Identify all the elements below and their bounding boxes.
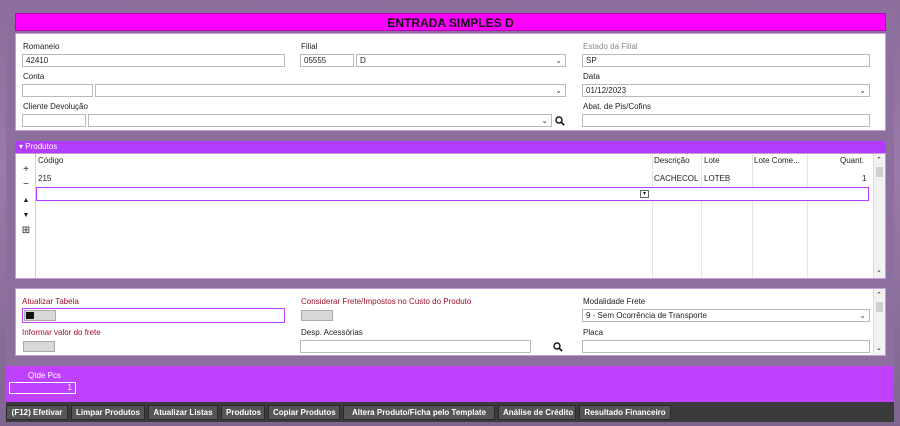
remove-row-button[interactable]: − xyxy=(20,179,32,191)
atualizar-tabela-field xyxy=(22,308,285,323)
atualizar-tabela-label: Atualizar Tabela xyxy=(22,297,79,306)
altera-produto-template-button[interactable]: Altera Produto/Ficha pelo Template xyxy=(343,405,495,420)
caret-down-icon: ▾ xyxy=(19,142,24,151)
summary-band: Qtde Pcs 1 xyxy=(6,366,894,402)
informar-frete-label: Informar valor do frete xyxy=(22,328,101,337)
conta-label: Conta xyxy=(23,72,45,81)
cliente-devolucao-label: Cliente Devolução xyxy=(23,102,88,111)
analise-credito-button[interactable]: Análise de Crédito xyxy=(498,405,576,420)
header-panel: Romaneio 42410 Filial 05555 D ⌄ Estado d… xyxy=(15,33,886,131)
efetivar-button[interactable]: (F12) Efetivar xyxy=(6,405,68,420)
produtos-section-header[interactable]: ▾ Produtos xyxy=(15,141,886,153)
column-divider xyxy=(752,154,753,278)
chevron-down-icon[interactable]: ⌄ xyxy=(555,55,562,66)
resultado-financeiro-button[interactable]: Resultado Financeiro xyxy=(579,405,671,420)
scroll-down-icon[interactable]: ⌄ xyxy=(876,344,882,352)
search-icon[interactable] xyxy=(555,116,565,126)
filial-name: D xyxy=(360,56,366,65)
estado-filial-input[interactable]: SP xyxy=(582,54,870,67)
data-select[interactable]: 01/12/2023 ⌄ xyxy=(582,84,870,97)
column-header-codigo[interactable]: Código xyxy=(38,156,63,165)
considerar-frete-label: Considerar Frete/Impostos no Custo do Pr… xyxy=(301,297,472,306)
estado-filial-label: Estado da Filial xyxy=(583,42,638,51)
column-header-lote[interactable]: Lote xyxy=(704,156,720,165)
add-row-button[interactable]: + xyxy=(20,164,32,176)
desp-acessorias-input[interactable] xyxy=(300,340,531,353)
atualizar-listas-button[interactable]: Atualizar Listas xyxy=(148,405,218,420)
page-title: ENTRADA SIMPLES D xyxy=(15,13,886,31)
column-divider xyxy=(807,154,808,278)
dropdown-arrow-icon[interactable]: ▾ xyxy=(640,190,649,198)
qtde-pcs-label: Qtde Pcs xyxy=(28,371,61,380)
chevron-down-icon[interactable]: ⌄ xyxy=(859,310,866,321)
options-panel: Atualizar Tabela Informar valor do frete… xyxy=(15,288,886,356)
romaneio-label: Romaneio xyxy=(23,42,60,51)
move-up-button[interactable]: ▲ xyxy=(20,195,32,207)
cell-descricao: CACHECOL xyxy=(654,174,699,183)
informar-frete-toggle[interactable] xyxy=(23,341,55,352)
action-toolbar: (F12) Efetivar Limpar Produtos Atualizar… xyxy=(6,402,894,422)
abat-pis-cofins-label: Abat. de Pis/Cofins xyxy=(583,102,652,111)
scroll-thumb[interactable] xyxy=(876,167,883,177)
desp-acessorias-label: Desp. Acessórias xyxy=(301,328,363,337)
considerar-frete-toggle[interactable] xyxy=(301,310,333,321)
filial-label: Filial xyxy=(301,42,318,51)
options-scrollbar[interactable]: ⌃ ⌄ xyxy=(873,289,885,355)
column-divider xyxy=(701,154,702,278)
placa-label: Placa xyxy=(583,328,604,337)
placa-input[interactable] xyxy=(582,340,870,353)
qtde-pcs-value: 1 xyxy=(9,382,76,394)
scroll-up-icon[interactable]: ⌃ xyxy=(876,156,882,164)
data-value: 01/12/2023 xyxy=(586,86,627,95)
filial-code-input[interactable]: 05555 xyxy=(300,54,354,67)
cell-codigo: 215 xyxy=(38,174,52,183)
column-header-quant[interactable]: Quant. xyxy=(840,156,864,165)
conta-select[interactable]: ⌄ xyxy=(95,84,566,97)
modalidade-frete-value: 9 - Sem Ocorrência de Transporte xyxy=(586,311,707,320)
grid-options-button[interactable]: ⊞ xyxy=(20,225,32,237)
conta-code-input[interactable] xyxy=(22,84,93,97)
scroll-up-icon[interactable]: ⌃ xyxy=(876,291,882,299)
column-divider xyxy=(652,154,653,278)
data-label: Data xyxy=(583,72,600,81)
limpar-produtos-button[interactable]: Limpar Produtos xyxy=(71,405,145,420)
column-header-descricao[interactable]: Descrição xyxy=(654,156,690,165)
cell-lote: LOTEB xyxy=(704,174,731,183)
copiar-produtos-button[interactable]: Copiar Produtos xyxy=(268,405,340,420)
search-icon[interactable] xyxy=(553,342,563,352)
grid-scrollbar[interactable]: ⌃ ⌄ xyxy=(873,154,885,278)
new-row-input[interactable]: ▾ xyxy=(36,187,869,201)
chevron-down-icon[interactable]: ⌄ xyxy=(541,115,548,126)
romaneio-input[interactable]: 42410 xyxy=(22,54,285,67)
produtos-section-label: Produtos xyxy=(25,142,58,151)
modalidade-frete-label: Modalidade Frete xyxy=(583,297,646,306)
chevron-down-icon[interactable]: ⌄ xyxy=(555,85,562,96)
cell-quant: 1 xyxy=(862,174,867,183)
scroll-thumb[interactable] xyxy=(876,302,883,312)
modalidade-frete-select[interactable]: 9 - Sem Ocorrência de Transporte ⌄ xyxy=(582,309,870,322)
abat-pis-cofins-input[interactable] xyxy=(582,114,870,127)
filial-select[interactable]: D ⌄ xyxy=(356,54,566,67)
produtos-button[interactable]: Produtos xyxy=(221,405,265,420)
move-down-button[interactable]: ▼ xyxy=(20,210,32,222)
cliente-select[interactable]: ⌄ xyxy=(88,114,552,127)
grid-toolbar: + − ▲ ▼ ⊞ xyxy=(16,154,36,278)
scroll-down-icon[interactable]: ⌄ xyxy=(876,266,882,274)
atualizar-tabela-toggle[interactable] xyxy=(24,310,56,321)
produtos-grid: + − ▲ ▼ ⊞ Código Descrição Lote Lote Com… xyxy=(15,153,886,279)
chevron-down-icon[interactable]: ⌄ xyxy=(859,85,866,96)
cliente-code-input[interactable] xyxy=(22,114,86,127)
column-header-lote-come[interactable]: Lote Come... xyxy=(754,156,800,165)
